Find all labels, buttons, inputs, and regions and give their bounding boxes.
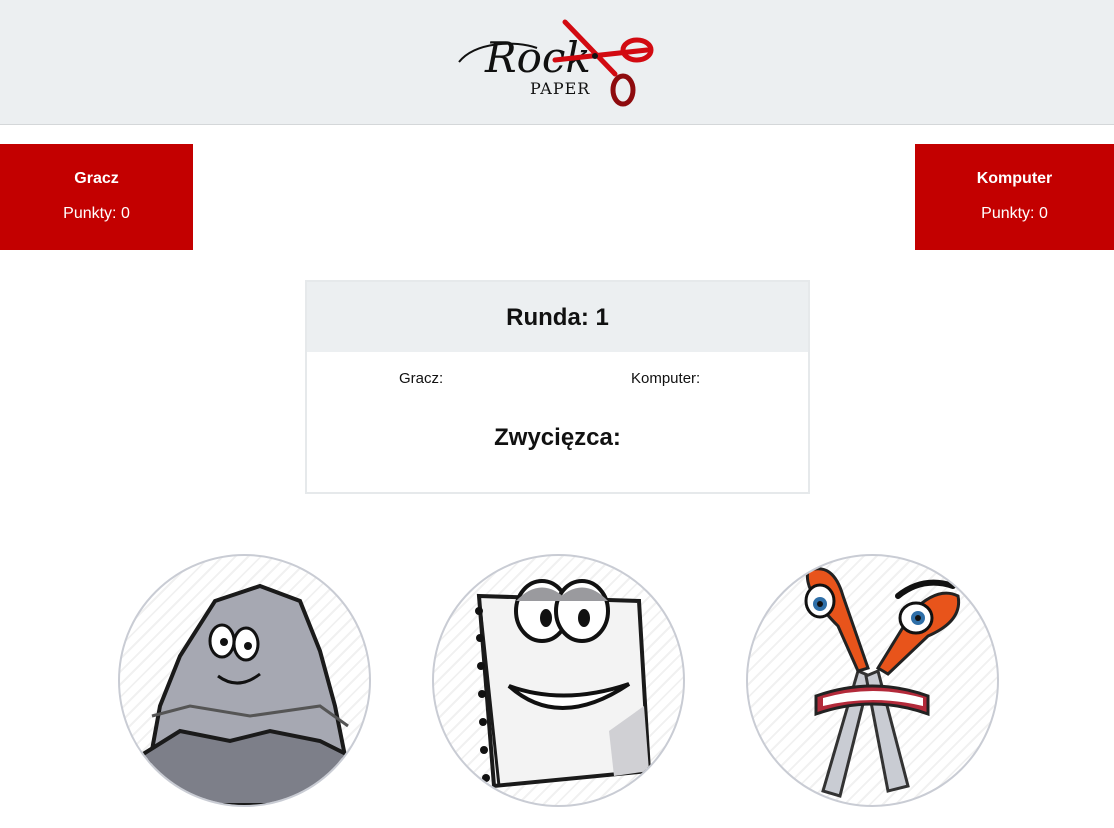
scissors-choice-button[interactable]: [746, 554, 999, 807]
logo-word-paper: PAPER: [530, 79, 590, 98]
player-score-box: Gracz Punkty: 0: [0, 144, 193, 250]
player-score: Punkty: 0: [63, 205, 130, 222]
rock-character-icon: [127, 583, 362, 805]
winner-label: Zwycięzca:: [494, 424, 621, 451]
rock-choice-button[interactable]: [118, 554, 371, 807]
header: Rock PAPER: [0, 0, 1114, 125]
logo: Rock PAPER: [455, 14, 665, 110]
round-header: Runda: 1: [307, 282, 808, 352]
computer-name: Komputer: [976, 170, 1053, 187]
scissors-character-icon: [804, 567, 961, 798]
round-panel: Runda: 1 Gracz: Komputer: Zwycięzca:: [305, 280, 810, 494]
paper-character-icon: [475, 579, 652, 789]
computer-pick-label: Komputer:: [631, 370, 701, 387]
player-name: Gracz: [74, 170, 119, 187]
computer-score-box: Komputer Punkty: 0: [915, 144, 1114, 250]
computer-score: Punkty: 0: [981, 205, 1048, 222]
round-title: Runda: 1: [506, 304, 609, 331]
paper-choice-button[interactable]: [432, 554, 685, 807]
player-pick-label: Gracz:: [399, 370, 444, 387]
